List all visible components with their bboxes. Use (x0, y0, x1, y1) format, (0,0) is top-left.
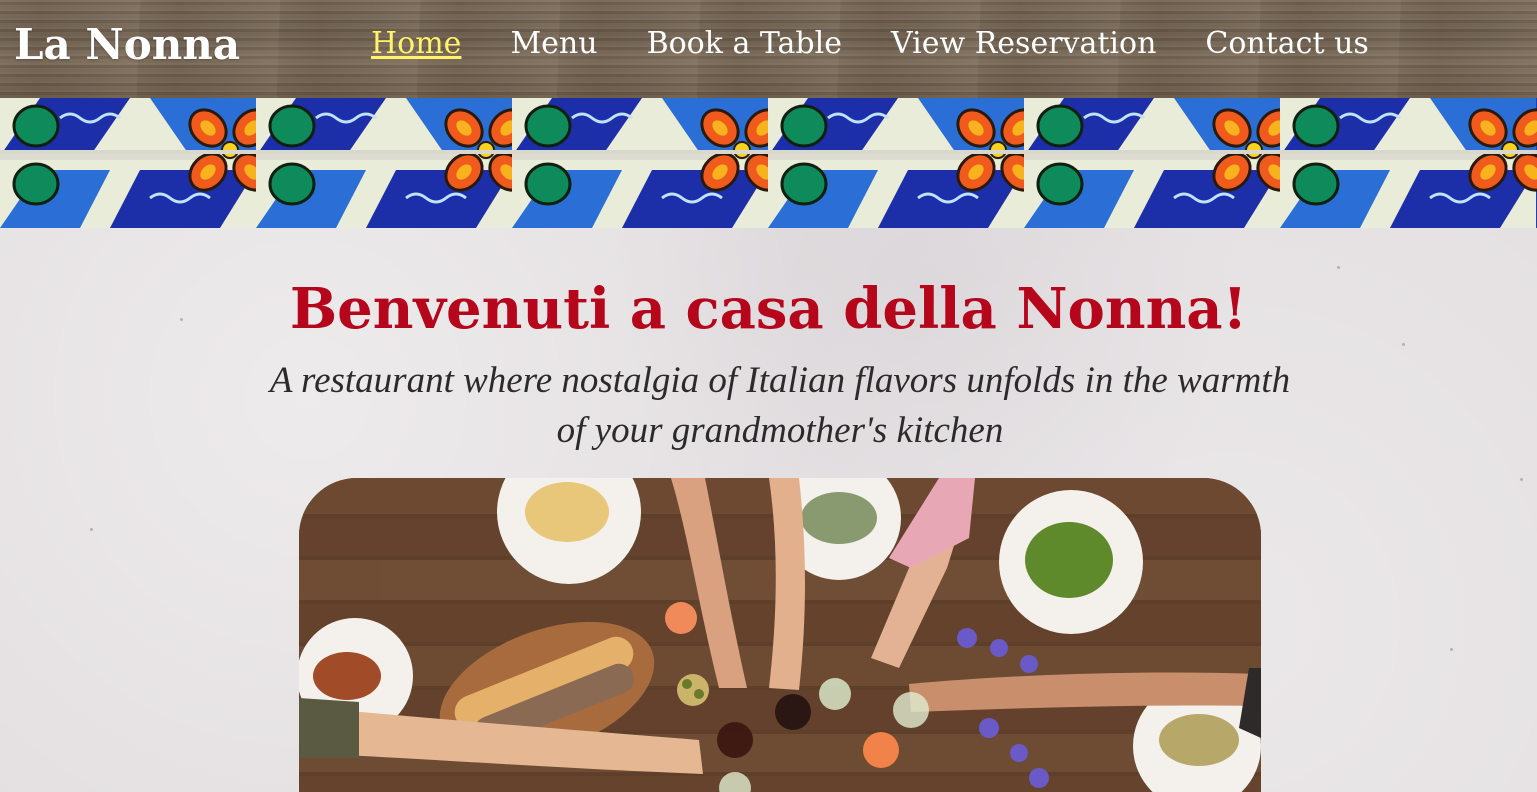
tile-banner (0, 98, 1537, 228)
nav-home-link[interactable]: Home (371, 24, 461, 64)
page-title: Benvenuti a casa della Nonna! (289, 276, 1248, 342)
main-content: Benvenuti a casa della Nonna! A restaura… (0, 228, 1537, 792)
main-nav: Home Menu Book a Table View Reservation … (371, 24, 1369, 64)
site-header: La Nonna Home Menu Book a Table View Res… (0, 0, 1537, 98)
nav-book-table-link[interactable]: Book a Table (647, 24, 842, 64)
page-subtitle: A restaurant where nostalgia of Italian … (269, 360, 1291, 451)
dinner-table-image (299, 478, 1261, 792)
tile-pattern-image (0, 98, 1537, 228)
dinner-table-photo (299, 478, 1261, 792)
nav-view-reservation-link[interactable]: View Reservation (891, 24, 1156, 64)
nav-contact-link[interactable]: Contact us (1205, 24, 1368, 64)
nav-menu-link[interactable]: Menu (510, 24, 597, 64)
brand-logo[interactable]: La Nonna (14, 20, 240, 69)
